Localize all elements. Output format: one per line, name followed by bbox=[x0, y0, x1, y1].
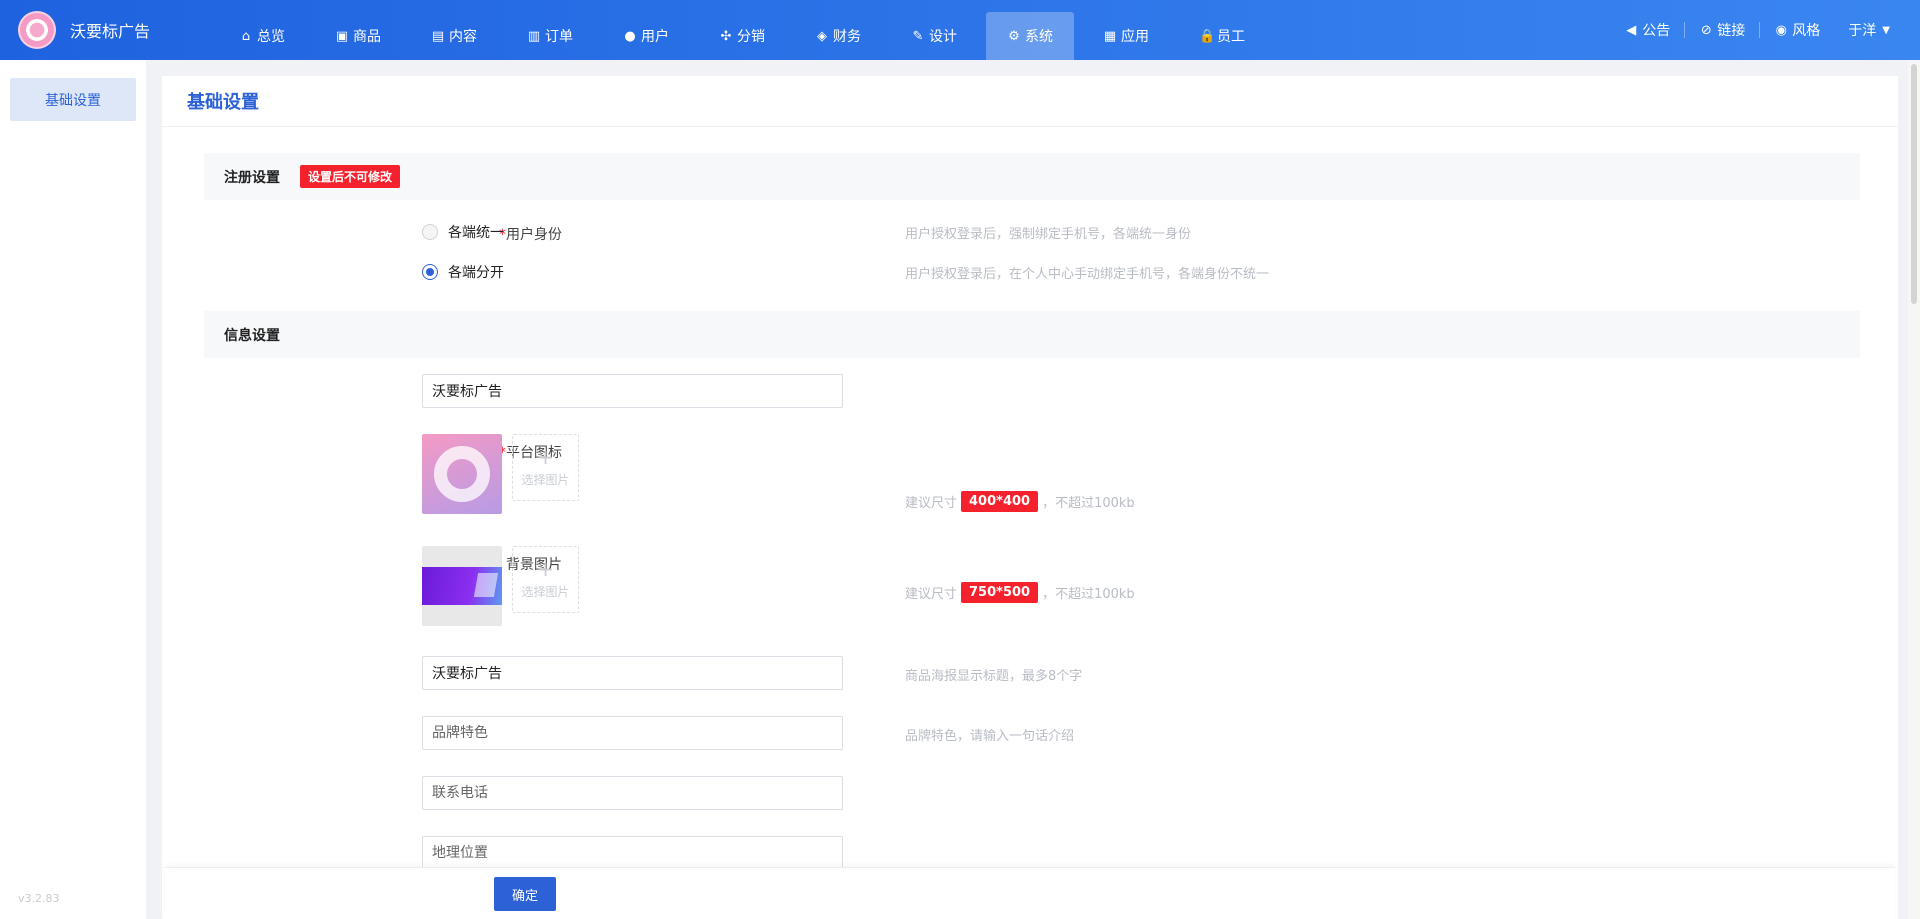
platform-icon-picker[interactable]: + 选择图片 bbox=[512, 434, 579, 501]
picker-label: 选择图片 bbox=[521, 473, 570, 487]
nav-item-5[interactable]: ✣ 分销 bbox=[698, 12, 786, 60]
info-section-header: 信息设置 bbox=[204, 311, 1860, 358]
nav-item-2[interactable]: ▤ 内容 bbox=[410, 12, 498, 60]
nav-item-label: 用户 bbox=[641, 29, 669, 45]
background-picker[interactable]: + 选择图片 bbox=[512, 546, 579, 613]
brush-icon: ✎ bbox=[912, 28, 924, 44]
brand-name-input[interactable] bbox=[422, 656, 843, 690]
location-input[interactable] bbox=[422, 836, 843, 870]
version-label: v3.2.83 bbox=[18, 892, 60, 905]
radio-separate[interactable]: 各端分开 bbox=[422, 262, 504, 282]
header-actions: ◀ 公告 ⊘ 链接 ◉ 风格 于洋 ▼ bbox=[1610, 0, 1890, 60]
immutable-warning-badge: 设置后不可修改 bbox=[300, 165, 401, 188]
register-section-header: 注册设置 设置后不可修改 bbox=[204, 153, 1860, 200]
nav-item-label: 系统 bbox=[1025, 29, 1053, 45]
background-image bbox=[422, 567, 502, 605]
confirm-button[interactable]: 确定 bbox=[494, 877, 556, 911]
radio-unified[interactable]: 各端统一 bbox=[422, 222, 504, 242]
gear-icon: ⚙ bbox=[1008, 28, 1020, 44]
identity-label-text: 用户身份 bbox=[506, 227, 562, 243]
user-icon: ● bbox=[624, 28, 636, 44]
hint-suffix: ，不超过100kb bbox=[1042, 496, 1135, 511]
nav-item-label: 商品 bbox=[353, 29, 381, 45]
phone-input[interactable] bbox=[422, 776, 843, 810]
nav-item-6[interactable]: ◈ 财务 bbox=[794, 12, 882, 60]
brand-name-hint: 商品海报显示标题，最多8个字 bbox=[905, 669, 1083, 684]
nav-item-7[interactable]: ✎ 设计 bbox=[890, 12, 978, 60]
nav-item-9[interactable]: ▦ 应用 bbox=[1082, 12, 1170, 60]
nav-item-label: 财务 bbox=[833, 29, 861, 45]
brand[interactable]: 沃要标广告 bbox=[0, 0, 200, 60]
link-button[interactable]: ⊘ 链接 bbox=[1685, 20, 1759, 40]
scrollbar-thumb[interactable] bbox=[1911, 64, 1917, 304]
lock-icon: 🔒 bbox=[1199, 28, 1216, 44]
nav-item-label: 分销 bbox=[737, 29, 765, 45]
document-icon: ▤ bbox=[431, 28, 445, 44]
brand-feature-hint: 品牌特色，请输入一句话介绍 bbox=[905, 729, 1075, 744]
nav-item-label: 设计 bbox=[929, 29, 957, 45]
platform-icon-hint: 建议尺寸 400*400 ，不超过100kb bbox=[905, 491, 1135, 512]
radio-unified-hint: 用户授权登录后，强制绑定手机号，各端统一身份 bbox=[905, 227, 1192, 242]
size-badge: 750*500 bbox=[961, 582, 1039, 603]
platform-icon-preview[interactable] bbox=[422, 434, 502, 514]
background-preview[interactable] bbox=[422, 546, 502, 626]
nav-item-label: 员工 bbox=[1217, 29, 1245, 45]
info-section-title: 信息设置 bbox=[224, 327, 280, 344]
hint-prefix: 建议尺寸 bbox=[905, 496, 958, 511]
hint-prefix: 建议尺寸 bbox=[905, 587, 958, 602]
user-name: 于洋 bbox=[1848, 23, 1877, 39]
announcement-button[interactable]: ◀ 公告 bbox=[1610, 20, 1684, 40]
clipboard-icon: ▥ bbox=[527, 28, 541, 44]
radio-separate-dot[interactable] bbox=[422, 264, 438, 280]
brand-logo-icon bbox=[18, 11, 56, 49]
nav-item-label: 内容 bbox=[449, 29, 477, 45]
page-scrollbar[interactable] bbox=[1908, 60, 1920, 919]
nav-item-8[interactable]: ⚙ 系统 bbox=[986, 12, 1074, 60]
radio-unified-label: 各端统一 bbox=[448, 225, 504, 241]
nav-item-4[interactable]: ● 用户 bbox=[602, 12, 690, 60]
sidebar-item-basic-settings[interactable]: 基础设置 bbox=[10, 78, 136, 121]
platform-name-input[interactable] bbox=[422, 374, 843, 408]
size-badge: 400*400 bbox=[961, 491, 1039, 512]
brand-feature-input[interactable] bbox=[422, 716, 843, 750]
share-nodes-icon: ✣ bbox=[720, 28, 732, 44]
brand-name: 沃要标广告 bbox=[70, 22, 151, 41]
top-navigation-bar: 沃要标广告 ⌂ 总览 ▣ 商品 ▤ 内容 ▥ 订单 ● 用户 ✣ 分销 ◈ 财务 ✎ 设计 ⚙ 系统 ▦ 应用 🔒 员工 … bbox=[0, 0, 1920, 60]
link-icon: ⊘ bbox=[1700, 22, 1712, 38]
style-button[interactable]: ◉ 风格 bbox=[1760, 20, 1834, 40]
megaphone-icon: ◀ bbox=[1626, 22, 1637, 38]
platform-logo-image bbox=[434, 446, 490, 502]
plus-icon: + bbox=[537, 445, 554, 469]
radio-separate-label: 各端分开 bbox=[448, 265, 504, 281]
nav-item-label: 订单 bbox=[545, 29, 573, 45]
radio-separate-hint: 用户授权登录后，在个人中心手动绑定手机号，各端身份不统一 bbox=[905, 267, 1270, 282]
nav-item-10[interactable]: 🔒 员工 bbox=[1178, 12, 1266, 60]
home-icon: ⌂ bbox=[241, 28, 251, 44]
page-title: 基础设置 bbox=[162, 76, 1898, 127]
link-label: 链接 bbox=[1717, 23, 1746, 39]
picker-label: 选择图片 bbox=[521, 585, 570, 599]
hint-suffix: ，不超过100kb bbox=[1042, 587, 1135, 602]
nav-item-0[interactable]: ⌂ 总览 bbox=[218, 12, 306, 60]
nav-item-1[interactable]: ▣ 商品 bbox=[314, 12, 402, 60]
main-panel: 基础设置 注册设置 设置后不可修改 *用户身份 各端统一 用户授权登录后，强制绑… bbox=[162, 76, 1898, 919]
chevron-down-icon: ▼ bbox=[1882, 24, 1890, 36]
radio-unified-dot[interactable] bbox=[422, 224, 438, 240]
user-menu[interactable]: 于洋 ▼ bbox=[1848, 20, 1890, 40]
background-hint: 建议尺寸 750*500 ，不超过100kb bbox=[905, 582, 1135, 603]
form-footer: 确定 bbox=[165, 867, 1895, 919]
style-label: 风格 bbox=[1792, 23, 1821, 39]
register-section-title: 注册设置 bbox=[224, 169, 280, 186]
sidebar: 基础设置 v3.2.83 bbox=[0, 60, 146, 919]
plus-icon: + bbox=[537, 557, 554, 581]
apps-grid-icon: ▦ bbox=[1103, 28, 1117, 44]
palette-icon: ◉ bbox=[1775, 22, 1787, 38]
announcement-label: 公告 bbox=[1642, 23, 1671, 39]
main-nav: ⌂ 总览 ▣ 商品 ▤ 内容 ▥ 订单 ● 用户 ✣ 分销 ◈ 财务 ✎ 设计 ⚙ 系统 ▦ 应用 🔒 员工 bbox=[218, 0, 1274, 60]
money-bag-icon: ◈ bbox=[817, 28, 827, 44]
nav-item-label: 应用 bbox=[1121, 29, 1149, 45]
bag-icon: ▣ bbox=[335, 28, 349, 44]
nav-item-3[interactable]: ▥ 订单 bbox=[506, 12, 594, 60]
nav-item-label: 总览 bbox=[257, 29, 285, 45]
